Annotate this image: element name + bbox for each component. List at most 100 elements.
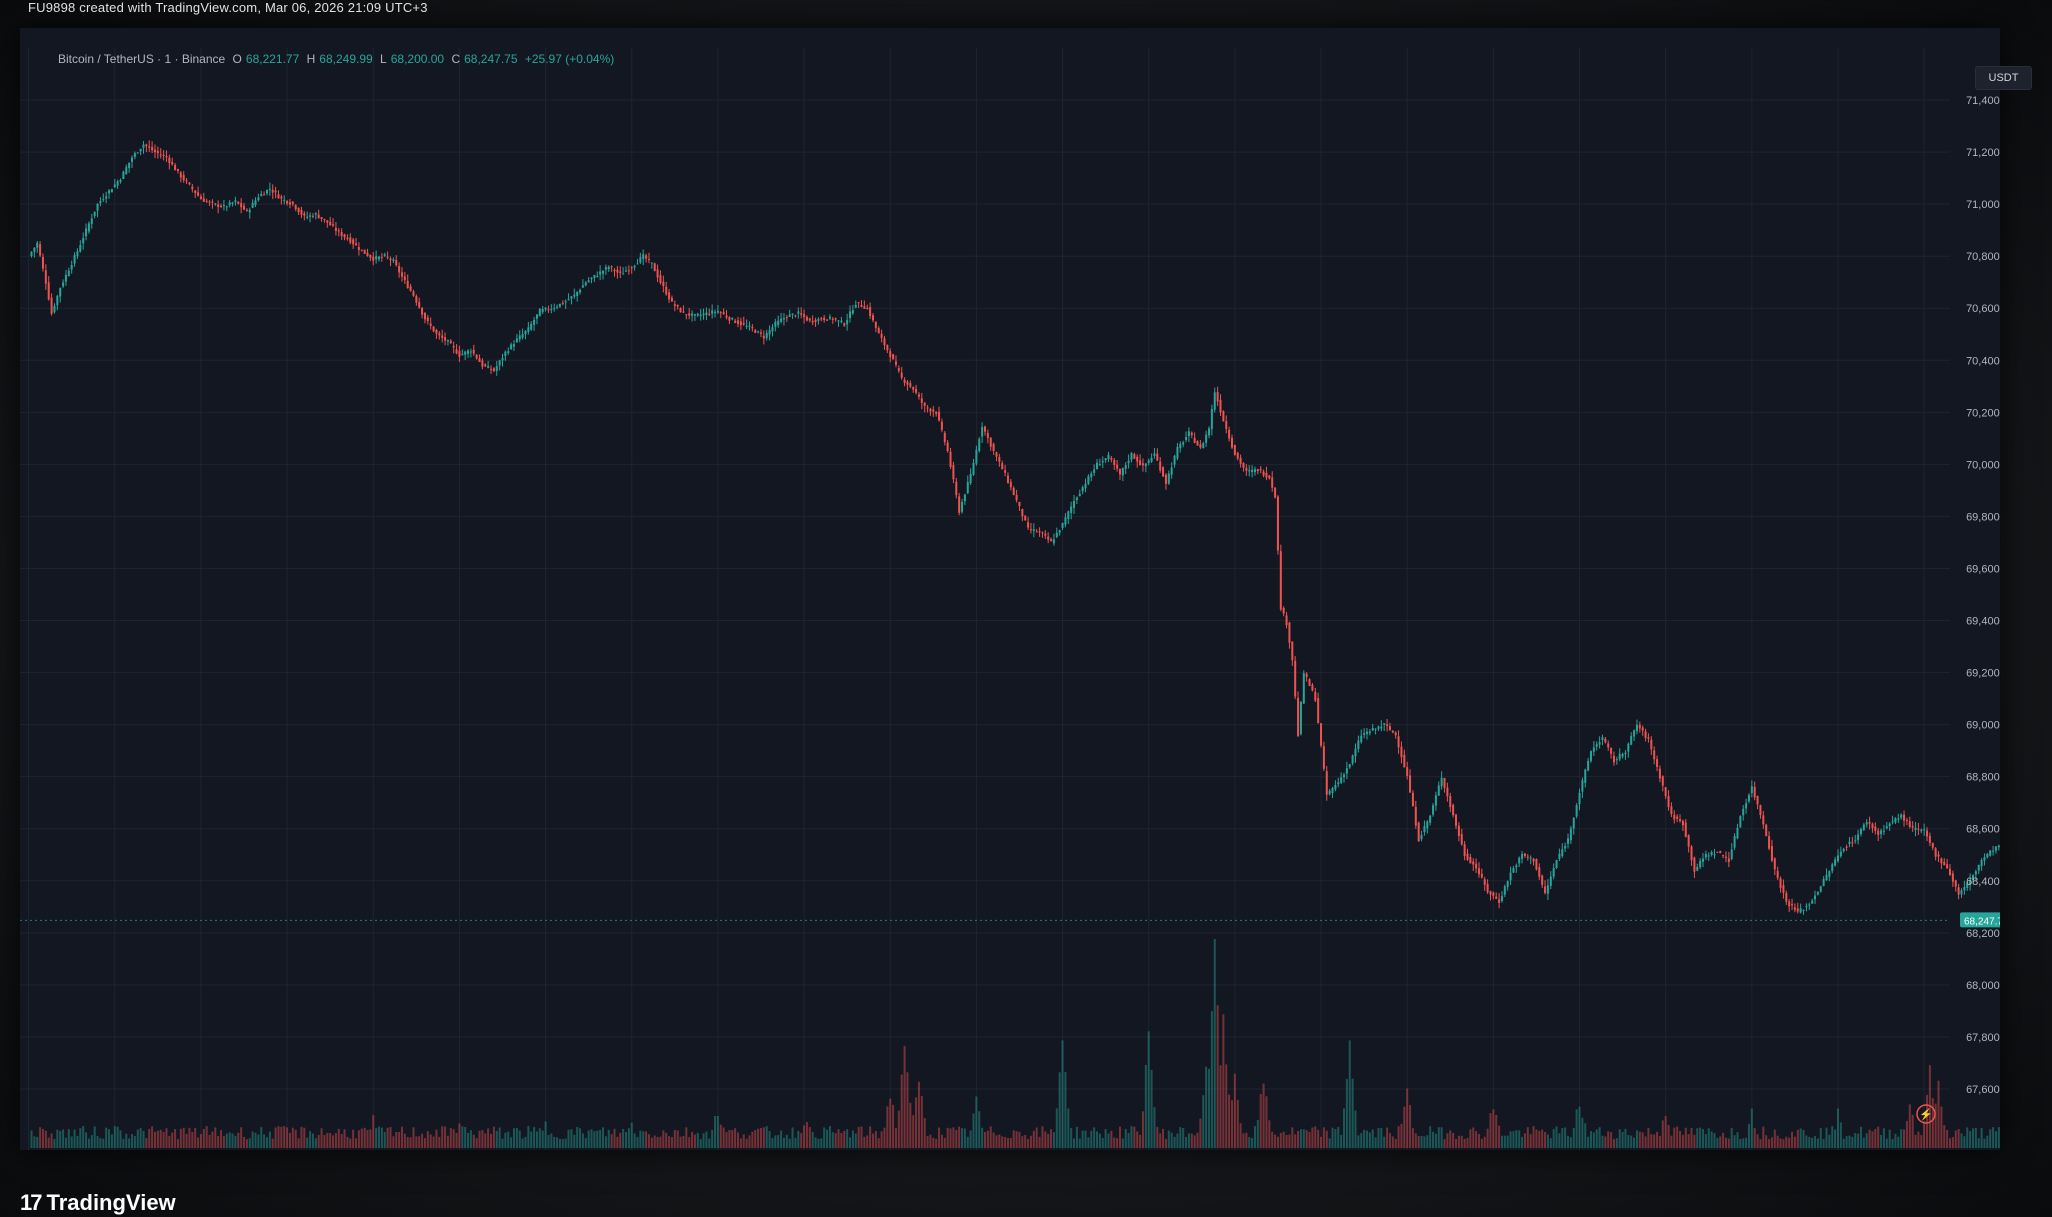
candle-body [1874, 826, 1877, 831]
candle-body [1426, 821, 1429, 829]
volume-bar [1816, 1138, 1819, 1148]
volume-bar [915, 1097, 918, 1148]
candle-body [1475, 863, 1478, 869]
candle-body [1078, 493, 1081, 497]
volume-bar [426, 1131, 429, 1148]
candle-body [1951, 873, 1954, 882]
volume-bar [1096, 1131, 1099, 1148]
volume-bar [403, 1133, 406, 1148]
volume-bar [1679, 1130, 1682, 1148]
candle-body [222, 204, 225, 206]
candle-body [906, 381, 909, 385]
volume-bar [380, 1127, 383, 1148]
candle-body [1463, 844, 1466, 857]
candle-body [280, 196, 283, 199]
candle-body [438, 333, 441, 336]
volume-bar [70, 1136, 73, 1148]
candle-body [805, 316, 808, 321]
candle-body [1512, 868, 1515, 873]
volume-bar [1552, 1128, 1555, 1148]
price-chart[interactable]: 71,400.00 71,200.00 71,000.00 70,800.00 70,6… [14, 28, 2052, 1173]
candle-body [326, 220, 329, 223]
volume-bar [1400, 1123, 1403, 1148]
candle-body [1621, 753, 1624, 757]
volume-bar [1776, 1135, 1779, 1148]
candle-body [556, 306, 559, 308]
volume-bar [622, 1129, 625, 1148]
candle-body [1414, 806, 1417, 826]
candle-body [774, 321, 777, 327]
candle-body [693, 314, 696, 316]
volume-bar [699, 1139, 702, 1148]
volume-bar [50, 1133, 53, 1148]
candle-body [1116, 464, 1119, 469]
volume-bar [1661, 1120, 1664, 1148]
candle-body [1992, 850, 1995, 852]
candle-body [82, 238, 85, 244]
volume-bar [105, 1127, 108, 1148]
volume-bar [627, 1128, 630, 1148]
candle-body [1957, 887, 1960, 895]
volume-bar [452, 1129, 455, 1148]
candle-body [1865, 822, 1868, 825]
volume-bar [1486, 1128, 1489, 1148]
volume-bar [1001, 1136, 1004, 1148]
candle-body [1618, 753, 1621, 760]
symbol-title[interactable]: Bitcoin / TetherUS · 1 · Binance [58, 52, 225, 66]
candle-body [1862, 824, 1865, 830]
volume-bar [682, 1135, 685, 1148]
candle-body [165, 156, 168, 158]
volume-bar [1515, 1130, 1518, 1148]
candle-body [369, 254, 372, 258]
volume-bar [647, 1134, 650, 1148]
candle-body [102, 199, 105, 201]
candle-body [1681, 820, 1684, 826]
candle-body [1747, 795, 1750, 802]
candle-body [860, 305, 863, 307]
volume-bar [1905, 1120, 1908, 1148]
volume-bar [1567, 1135, 1570, 1148]
watermark-text: FU9898 created with TradingView.com, Mar… [28, 0, 428, 15]
volume-bar [446, 1135, 449, 1148]
candle-body [1294, 660, 1297, 697]
volume-bar [1799, 1128, 1802, 1148]
candle-body [1882, 830, 1885, 832]
volume-bar [1170, 1132, 1173, 1148]
candle-body [1880, 830, 1883, 835]
volume-bar [860, 1126, 863, 1148]
volume-bar [1420, 1135, 1423, 1148]
candle-body [303, 213, 306, 216]
candle-body [705, 312, 708, 316]
candle-body [1282, 607, 1285, 614]
volume-bar [659, 1136, 662, 1148]
candle-body [1836, 855, 1839, 862]
candle-body [1946, 864, 1949, 869]
chart-frame[interactable]: 71,400.00 71,200.00 71,000.00 70,800.00 70,6… [14, 28, 2052, 1173]
volume-bar [1409, 1104, 1412, 1148]
volume-bar [1612, 1139, 1615, 1148]
currency-selector[interactable]: USDT [1975, 66, 2032, 90]
volume-bar [920, 1095, 923, 1148]
volume-bar [326, 1133, 329, 1148]
candle-body [294, 205, 297, 210]
volume-bar [1371, 1129, 1374, 1148]
volume-bar [467, 1132, 470, 1148]
volume-bar [719, 1124, 722, 1148]
candle-body [1386, 724, 1389, 726]
candle-body [1006, 475, 1009, 483]
volume-bar [837, 1129, 840, 1148]
volume-bar [998, 1134, 1001, 1148]
volume-bar [1363, 1129, 1366, 1148]
candle-body [1317, 698, 1320, 724]
replay-icon[interactable]: ⚡ [1916, 1104, 1936, 1124]
volume-bar [492, 1126, 495, 1148]
volume-bar [1245, 1132, 1248, 1148]
volume-bar [366, 1130, 369, 1148]
volume-bar [1814, 1136, 1817, 1148]
volume-bar [1917, 1131, 1920, 1148]
volume-bar [512, 1128, 515, 1148]
volume-bar [843, 1130, 846, 1148]
volume-bar [1633, 1137, 1636, 1148]
candle-body [87, 223, 90, 232]
candle-body [110, 189, 113, 193]
